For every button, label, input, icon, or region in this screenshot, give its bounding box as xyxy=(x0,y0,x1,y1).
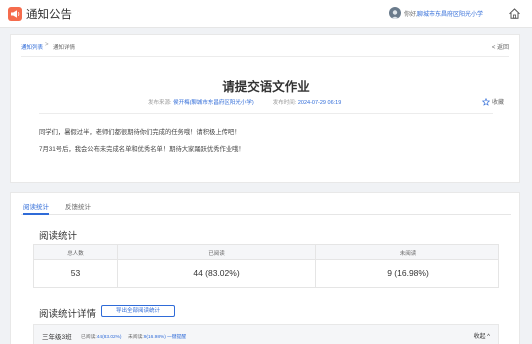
table-column-unread: 未阅读 9 (16.98%) xyxy=(316,245,500,287)
avatar[interactable] xyxy=(389,7,401,19)
table-column-read: 已阅读 44 (83.02%) xyxy=(118,245,316,287)
table-column-total: 总人数 53 xyxy=(34,245,118,287)
back-button[interactable]: < 返回 xyxy=(492,42,509,51)
breadcrumb-current: 通知详情 xyxy=(53,45,76,51)
notice-detail-card: 通知列表 > 通知详情 < 返回 请提交语文作业 发布来源: 侯开梅(聊城市东昌… xyxy=(10,34,520,183)
time-value: 2024-07-29 06:19 xyxy=(297,100,342,106)
tab-feedback-stats[interactable]: 反馈统计 xyxy=(65,201,91,211)
export-all-button[interactable]: 导出全部阅读统计 xyxy=(101,305,175,317)
value-total: 53 xyxy=(70,268,81,278)
class-read-value: 44(83.02%) xyxy=(96,335,122,340)
source-label: 发布来源: xyxy=(148,100,172,106)
header-unread: 未阅读 xyxy=(399,251,417,257)
reading-stats-title: 阅读统计 xyxy=(39,231,78,242)
breadcrumb-notice-list[interactable]: 通知列表 xyxy=(21,43,43,51)
star-icon xyxy=(482,97,490,106)
breadcrumb-separator: > xyxy=(45,42,49,48)
notice-meta: 发布来源: 侯开梅(聊城市东昌府区阳光小学) 发布时间: 2024-07-29 … xyxy=(148,98,341,106)
details-title: 阅读统计详情 xyxy=(39,309,97,320)
header-read: 已阅读 xyxy=(208,251,225,257)
class-row[interactable]: 三年级3班 已阅读:44(83.02%) 未阅读:9(16.98%) 一键提醒 … xyxy=(33,324,499,344)
notice-title: 请提交语文作业 xyxy=(222,80,310,94)
divider xyxy=(21,56,509,57)
class-unread-stat: 未阅读:9(16.98%) xyxy=(128,333,166,340)
favorite-label: 收藏 xyxy=(492,100,505,106)
top-bar: 通知公告 你好, 聊城市东昌府区阳光小学 xyxy=(0,0,532,28)
class-unread-label: 未阅读: xyxy=(128,335,144,340)
tab-reading-stats[interactable]: 阅读统计 xyxy=(23,201,49,211)
tabs-divider xyxy=(21,214,511,215)
value-read: 44 (83.02%) xyxy=(193,268,240,278)
collapse-button[interactable]: 收起 ^ xyxy=(474,331,490,340)
app-title: 通知公告 xyxy=(26,9,72,21)
remind-button[interactable]: 一键提醒 xyxy=(167,333,186,340)
megaphone-icon xyxy=(8,7,22,21)
class-read-label: 已阅读: xyxy=(81,335,97,340)
value-unread: 9 (16.98%) xyxy=(387,268,429,278)
user-school[interactable]: 聊城市东昌府区阳光小学 xyxy=(417,9,483,18)
source-value: 侯开梅(聊城市东昌府区阳光小学) xyxy=(173,100,254,106)
class-unread-value: 9(16.98%) xyxy=(143,335,166,340)
class-read-stat: 已阅读:44(83.02%) xyxy=(81,333,122,340)
home-icon[interactable] xyxy=(508,7,521,25)
header-total: 总人数 xyxy=(67,251,84,257)
time-label: 发布时间: xyxy=(272,100,297,106)
active-tab-indicator xyxy=(23,213,49,215)
statistics-card: 阅读统计 反馈统计 阅读统计 总人数 53 已阅读 44 (83.02%) 未阅… xyxy=(10,192,520,344)
notice-paragraph: 7月31号后，我会公布未完成名单和优秀名单！期待大家踊跃优秀作业哦！ xyxy=(39,146,245,153)
user-greeting: 你好, xyxy=(404,12,418,18)
notice-paragraph: 同学们，暑假过半，老师们都很期待你们完成的任务哦！请积极上传吧！ xyxy=(39,129,241,136)
reading-stats-table: 总人数 53 已阅读 44 (83.02%) 未阅读 9 (16.98%) xyxy=(33,244,499,288)
favorite-button[interactable]: 收藏 xyxy=(482,97,504,106)
divider xyxy=(39,113,493,114)
class-name: 三年级3班 xyxy=(42,334,72,341)
